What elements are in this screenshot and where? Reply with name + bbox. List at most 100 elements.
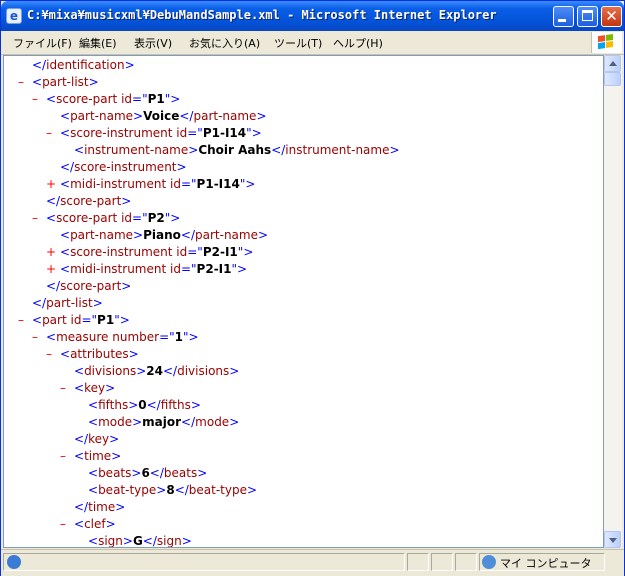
xml-line-text: <time> <box>74 449 122 463</box>
menu-edit[interactable]: 編集(E) <box>79 35 117 51</box>
xml-line: </identification> <box>18 57 135 74</box>
collapse-toggle[interactable]: – <box>32 329 46 346</box>
xml-line-text: <sign>G</sign> <box>88 534 192 548</box>
xml-line: <divisions>24</divisions> <box>60 363 239 380</box>
arrow-down-icon <box>609 538 617 543</box>
xml-line: </score-part> <box>32 193 131 210</box>
window-title: C:¥mixa¥musicxml¥DebuMandSample.xml - Mi… <box>27 8 497 22</box>
xml-line: </part-list> <box>18 295 103 312</box>
xml-line-text: <part-name>Voice</part-name> <box>60 109 267 123</box>
xml-line-text: <fifths>0</fifths> <box>88 398 201 412</box>
xml-line[interactable]: – <clef> <box>60 516 116 533</box>
xml-line-text: <score-instrument id="P2-I1"> <box>60 245 254 259</box>
menu-file[interactable]: ファイル(F) <box>13 35 72 51</box>
xml-line: <beat-type>8</beat-type> <box>74 482 257 499</box>
close-icon: ✕ <box>605 7 618 25</box>
xml-line[interactable]: – <part id="P1"> <box>18 312 130 329</box>
xml-line-text: </part-list> <box>32 296 103 310</box>
xml-line[interactable]: – <score-part id="P2"> <box>32 210 180 227</box>
xml-line[interactable]: + <score-instrument id="P2-I1"> <box>46 244 253 261</box>
menu-favorites[interactable]: お気に入り(A) <box>189 35 260 51</box>
xml-document-view[interactable]: </identification> – <part-list> – <score-par… <box>3 55 604 548</box>
expand-toggle[interactable]: + <box>46 244 60 261</box>
xml-line: </key> <box>60 431 119 448</box>
xml-line: <beats>6</beats> <box>74 465 207 482</box>
xml-line-text: <midi-instrument id="P1-I14"> <box>60 177 256 191</box>
xml-line-text: <midi-instrument id="P2-I1"> <box>60 262 248 276</box>
xml-line-text: <part id="P1"> <box>32 313 130 327</box>
maximize-icon <box>582 10 593 21</box>
collapse-toggle[interactable]: – <box>46 125 60 142</box>
xml-line[interactable]: – <score-part id="P1"> <box>32 91 180 108</box>
status-cell-2 <box>407 553 429 571</box>
status-bar: マイ コンピュータ <box>1 549 624 576</box>
collapse-toggle[interactable]: – <box>18 312 32 329</box>
arrow-up-icon <box>609 61 617 66</box>
xml-line[interactable]: – <time> <box>60 448 121 465</box>
status-zone-cell: マイ コンピュータ <box>479 553 605 571</box>
xml-line-text: </score-instrument> <box>60 160 187 174</box>
collapse-toggle[interactable]: – <box>60 516 74 533</box>
menu-view[interactable]: 表示(V) <box>134 35 172 51</box>
close-button[interactable]: ✕ <box>601 6 622 27</box>
status-main-cell <box>3 553 405 571</box>
xml-line[interactable]: – <part-list> <box>18 74 99 91</box>
xml-line: </time> <box>60 499 125 516</box>
xml-line[interactable]: – <attributes> <box>46 346 139 363</box>
xml-line-text: </identification> <box>32 58 135 72</box>
collapse-toggle[interactable]: – <box>18 74 32 91</box>
xml-line-text: <part-list> <box>32 75 99 89</box>
title-bar[interactable]: e C:¥mixa¥musicxml¥DebuMandSample.xml - … <box>1 1 624 31</box>
xml-line: </score-part> <box>32 278 131 295</box>
maximize-button[interactable] <box>577 6 598 27</box>
xml-line-text: </score-part> <box>46 194 132 208</box>
xml-line: </score-instrument> <box>46 159 187 176</box>
xml-line-text: <instrument-name>Choir Aahs</instrument-… <box>74 143 400 157</box>
xml-line[interactable]: – <measure number="1"> <box>32 329 199 346</box>
xml-line-text: <measure number="1"> <box>46 330 199 344</box>
xml-line[interactable]: – <score-instrument id="P1-I14"> <box>46 125 262 142</box>
xml-line-text: </key> <box>74 432 120 446</box>
status-cell-4 <box>455 553 477 571</box>
minimize-icon <box>558 19 566 22</box>
menu-tools[interactable]: ツール(T) <box>274 35 322 51</box>
xml-line: <mode>major</mode> <box>74 414 239 431</box>
my-computer-icon <box>482 555 496 569</box>
menu-bar: ファイル(F) 編集(E) 表示(V) お気に入り(A) ツール(T) ヘルプ(… <box>1 31 624 55</box>
scroll-down-button[interactable] <box>604 531 621 548</box>
xml-line-text: <score-part id="P2"> <box>46 211 181 225</box>
minimize-button[interactable] <box>553 6 574 27</box>
status-cell-3 <box>431 553 453 571</box>
xml-line-text: </score-part> <box>46 279 132 293</box>
windows-logo-icon <box>591 32 622 53</box>
xml-line: <fifths>0</fifths> <box>74 397 201 414</box>
browser-window: e C:¥mixa¥musicxml¥DebuMandSample.xml - … <box>0 0 625 576</box>
xml-line-text: <key> <box>74 381 116 395</box>
xml-line-text: <attributes> <box>60 347 139 361</box>
collapse-toggle[interactable]: – <box>60 380 74 397</box>
collapse-toggle[interactable]: – <box>32 210 46 227</box>
xml-line-text: <beats>6</beats> <box>88 466 208 480</box>
xml-line-text: <clef> <box>74 517 116 531</box>
xml-line-text: <mode>major</mode> <box>88 415 240 429</box>
scroll-up-button[interactable] <box>604 55 621 72</box>
expand-toggle[interactable]: + <box>46 261 60 278</box>
xml-line-text: <score-part id="P1"> <box>46 92 181 106</box>
xml-line[interactable]: + <midi-instrument id="P1-I14"> <box>46 176 255 193</box>
vertical-scrollbar[interactable] <box>604 55 622 548</box>
xml-line-text: <divisions>24</divisions> <box>74 364 240 378</box>
xml-line[interactable]: – <key> <box>60 380 115 397</box>
xml-line-text: <score-instrument id="P1-I14"> <box>60 126 262 140</box>
xml-line: <part-name>Piano</part-name> <box>46 227 268 244</box>
menu-help[interactable]: ヘルプ(H) <box>333 35 383 51</box>
page-icon <box>7 555 21 569</box>
collapse-toggle[interactable]: – <box>46 346 60 363</box>
xml-line-text: <beat-type>8</beat-type> <box>88 483 258 497</box>
scroll-thumb[interactable] <box>604 72 621 86</box>
collapse-toggle[interactable]: – <box>60 448 74 465</box>
collapse-toggle[interactable]: – <box>32 91 46 108</box>
xml-line[interactable]: + <midi-instrument id="P2-I1"> <box>46 261 247 278</box>
ie-icon: e <box>6 8 22 24</box>
expand-toggle[interactable]: + <box>46 176 60 193</box>
xml-line: <sign>G</sign> <box>74 533 192 548</box>
